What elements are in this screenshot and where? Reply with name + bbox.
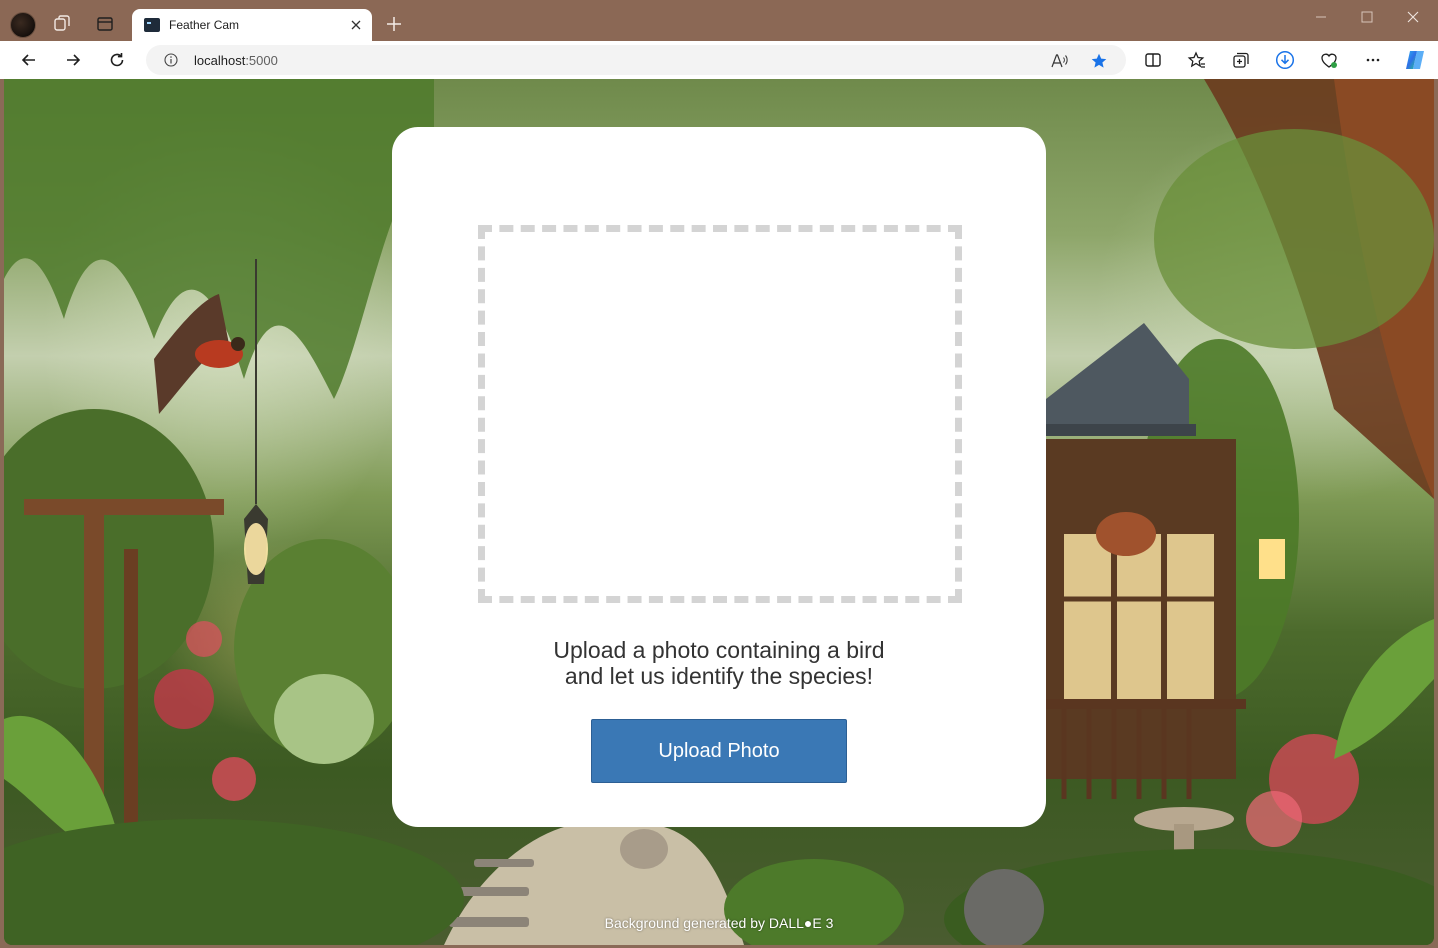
browser-essentials-icon[interactable] (1319, 50, 1339, 70)
workspaces-icon[interactable] (52, 14, 72, 34)
upload-photo-button[interactable]: Upload Photo (591, 719, 847, 783)
new-tab-icon[interactable] (384, 14, 404, 34)
address-bar[interactable]: localhost:5000 (146, 45, 1126, 75)
minimize-icon[interactable] (1306, 8, 1336, 26)
prompt-line-2: and let us identify the species! (564, 663, 874, 689)
close-tab-icon[interactable] (348, 17, 364, 33)
browser-title-bar: Feather Cam (0, 0, 1438, 41)
prompt-line-1: Upload a photo containing a bird (553, 637, 885, 663)
upload-prompt: Upload a photo containing a bird and let… (392, 637, 1046, 689)
tab-actions-icon[interactable] (95, 14, 115, 34)
url-text[interactable]: localhost:5000 (194, 53, 278, 68)
background-credit: Background generated by DALL●E 3 (604, 915, 834, 931)
back-arrow-icon[interactable] (19, 50, 39, 70)
favorites-icon[interactable] (1187, 50, 1207, 70)
maximize-icon[interactable] (1352, 8, 1382, 26)
close-window-icon[interactable] (1398, 8, 1428, 26)
navigation-bar: localhost:5000 (0, 41, 1438, 79)
more-options-icon[interactable] (1363, 50, 1383, 70)
favorite-star-icon[interactable] (1090, 52, 1108, 70)
page-viewport: Upload a photo containing a bird and let… (4, 79, 1434, 945)
terminal-favicon-icon (144, 18, 160, 32)
url-port: :5000 (245, 53, 278, 68)
photo-dropzone[interactable] (478, 225, 962, 603)
tab-feather-cam[interactable]: Feather Cam (132, 9, 372, 41)
split-screen-icon[interactable] (1143, 50, 1163, 70)
refresh-icon[interactable] (107, 50, 127, 70)
site-info-icon[interactable] (164, 53, 178, 67)
forward-arrow-icon[interactable] (63, 50, 83, 70)
collections-icon[interactable] (1231, 50, 1251, 70)
copilot-icon[interactable] (1403, 48, 1427, 72)
url-host: localhost (194, 53, 246, 68)
upload-card: Upload a photo containing a bird and let… (392, 127, 1046, 827)
read-aloud-icon[interactable] (1050, 52, 1068, 70)
downloads-icon[interactable] (1275, 50, 1295, 70)
profile-avatar[interactable] (10, 12, 36, 38)
tab-title: Feather Cam (169, 18, 240, 32)
